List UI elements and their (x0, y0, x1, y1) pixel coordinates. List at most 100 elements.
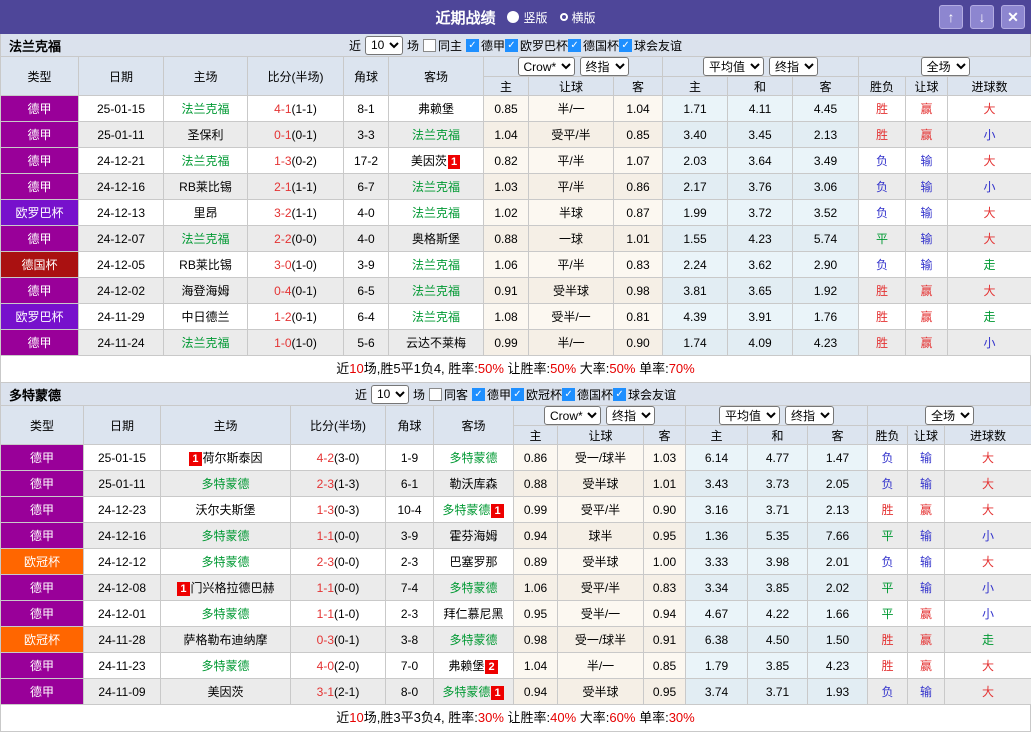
odds-period-select[interactable]: 终指 (606, 406, 655, 425)
away-team-cell: 勒沃库森 (433, 470, 514, 497)
date-cell: 24-12-01 (83, 600, 161, 627)
league-filter-checkbox[interactable]: ✓ 德国杯 (562, 386, 613, 403)
avg-away-cell: 1.92 (792, 277, 860, 304)
league-filter-checkbox[interactable]: ✓ 德甲 (471, 386, 511, 403)
team-label: 多特蒙德 (449, 633, 498, 647)
team-label: 多特蒙德 (449, 451, 498, 465)
avg-away-cell: 1.93 (807, 678, 869, 705)
league-type-cell: 德甲 (0, 652, 84, 679)
team-label: 美因茨 (410, 154, 447, 168)
date-cell: 24-12-07 (78, 225, 164, 252)
scope-select[interactable]: 全场 (920, 57, 970, 76)
team-label: 奥格斯堡 (411, 232, 460, 246)
col-result: 胜负 (858, 76, 907, 96)
score-cell: 3-0(1-0) (247, 251, 344, 278)
home-odds-cell: 0.94 (513, 678, 558, 705)
col-score: 比分(半场) (247, 56, 344, 96)
horizontal-layout-radio[interactable]: 横版 (559, 9, 596, 26)
half-time-score: (1-1) (291, 101, 317, 116)
score-cell: 0-3(0-1) (290, 626, 386, 653)
average-source-select[interactable]: 平均值 (703, 57, 765, 76)
league-filter-checkbox[interactable]: ✓ 球会友谊 (619, 37, 682, 54)
home-odds-cell: 0.88 (483, 225, 529, 252)
league-filter-label: 德国杯 (577, 387, 614, 402)
corner-cell: 2-3 (385, 548, 434, 575)
league-filter-checkbox[interactable]: ✓ 德国杯 (568, 37, 619, 54)
home-odds-cell: 0.99 (483, 329, 529, 356)
summary-text: 近 (336, 361, 350, 376)
bookmaker-select[interactable]: Crow* (544, 406, 601, 425)
score-cell: 1-2(0-1) (247, 303, 344, 330)
handicap-result-cell: 输 (905, 225, 949, 252)
avg-draw-cell: 4.23 (727, 225, 794, 252)
summary-text: 50% (550, 361, 577, 376)
home-team-cell: 多特蒙德 (160, 470, 291, 497)
handicap-result-cell: 赢 (907, 652, 946, 679)
team-section-dortmund: 多特蒙德 近 10 场 同客 ✓ 德甲 ✓ 欧冠杯 ✓ 德国杯 ✓ 球会友谊 类型 (0, 383, 1031, 732)
result-cell: 胜 (858, 329, 907, 356)
league-filter-checkbox[interactable]: ✓ 德甲 (465, 37, 505, 54)
home-team-cell: 沃尔夫斯堡 (160, 496, 291, 523)
league-type-cell: 德甲 (0, 225, 79, 252)
league-filter-label: 德甲 (480, 38, 505, 53)
team-label: 法兰克福 (411, 258, 460, 272)
summary-text: 让胜率: (503, 361, 551, 376)
checkbox-checked-icon: ✓ (613, 387, 627, 401)
handicap-result-cell: 输 (905, 147, 949, 174)
recent-count-select[interactable]: 10 (370, 384, 409, 404)
col-date: 日期 (83, 405, 161, 445)
same-venue-checkbox[interactable]: 同客 (428, 386, 468, 403)
col-avg-home: 主 (662, 76, 729, 96)
matches-table: 类型 日期 主场 比分(半场) 角球 客场 Crow* 终指 平均值 终指 全场… (0, 405, 1031, 705)
bookmaker-select[interactable]: Crow* (517, 57, 575, 76)
avg-home-cell: 3.81 (662, 277, 729, 304)
goals-result-cell: 大 (944, 548, 1031, 575)
league-type-cell: 德国杯 (0, 251, 79, 278)
home-team-cell: 法兰克福 (163, 147, 248, 174)
vertical-layout-radio[interactable]: 竖版 (507, 9, 548, 26)
league-filter-checkbox[interactable]: ✓ 球会友谊 (613, 386, 676, 403)
away-odds-cell: 0.95 (642, 522, 687, 549)
away-odds-cell: 1.04 (612, 95, 664, 122)
average-period-select[interactable]: 终指 (785, 406, 835, 425)
away-odds-cell: 1.01 (612, 225, 664, 252)
home-odds-cell: 0.94 (513, 522, 558, 549)
league-filter-checkbox[interactable]: ✓ 欧冠杯 (511, 386, 562, 403)
league-filter-checkbox[interactable]: ✓ 欧罗巴杯 (505, 37, 568, 54)
move-up-button[interactable]: ↑ (939, 5, 963, 29)
date-cell: 24-12-16 (78, 173, 164, 200)
avg-away-cell: 4.23 (792, 329, 860, 356)
goals-result-cell: 大 (944, 470, 1031, 497)
team-label: 中日德兰 (181, 310, 230, 324)
full-time-score: 2-3 (316, 476, 334, 491)
same-venue-checkbox[interactable]: 同主 (422, 37, 462, 54)
close-button[interactable]: ✕ (1001, 5, 1025, 29)
home-team-cell: 多特蒙德 (160, 600, 291, 627)
away-team-cell: 多特蒙德 (433, 626, 514, 653)
col-type: 类型 (0, 405, 84, 445)
team-label: 多特蒙德 (201, 555, 250, 569)
avg-home-cell: 2.24 (662, 251, 729, 278)
recent-count-select[interactable]: 10 (364, 35, 403, 55)
handicap-result-cell: 输 (905, 173, 949, 200)
avg-away-cell: 3.49 (792, 147, 860, 174)
home-odds-cell: 1.03 (483, 173, 529, 200)
team-label: 巴塞罗那 (449, 555, 498, 569)
odds-period-select[interactable]: 终指 (579, 57, 629, 76)
team-label: 多特蒙德 (442, 685, 491, 699)
team-label: 弗赖堡 (448, 659, 485, 673)
goals-result-cell: 大 (947, 199, 1031, 226)
full-time-score: 0-3 (316, 632, 334, 647)
col-date: 日期 (78, 56, 164, 96)
match-row: 德甲 25-01-11 圣保利 0-1(0-1) 3-3 法兰克福 1.04 受平/半 0.85… (0, 121, 1031, 148)
average-period-select[interactable]: 终指 (769, 57, 819, 76)
move-down-button[interactable]: ↓ (970, 5, 994, 29)
matches-label: 场 (406, 38, 419, 53)
scope-select[interactable]: 全场 (925, 406, 975, 425)
col-avg-draw: 和 (747, 425, 809, 445)
corner-cell: 8-1 (343, 95, 389, 122)
same-venue-label: 同客 (443, 387, 468, 402)
handicap-result-cell: 赢 (905, 277, 949, 304)
average-source-select[interactable]: 平均值 (719, 406, 781, 425)
result-cell: 负 (867, 470, 909, 497)
